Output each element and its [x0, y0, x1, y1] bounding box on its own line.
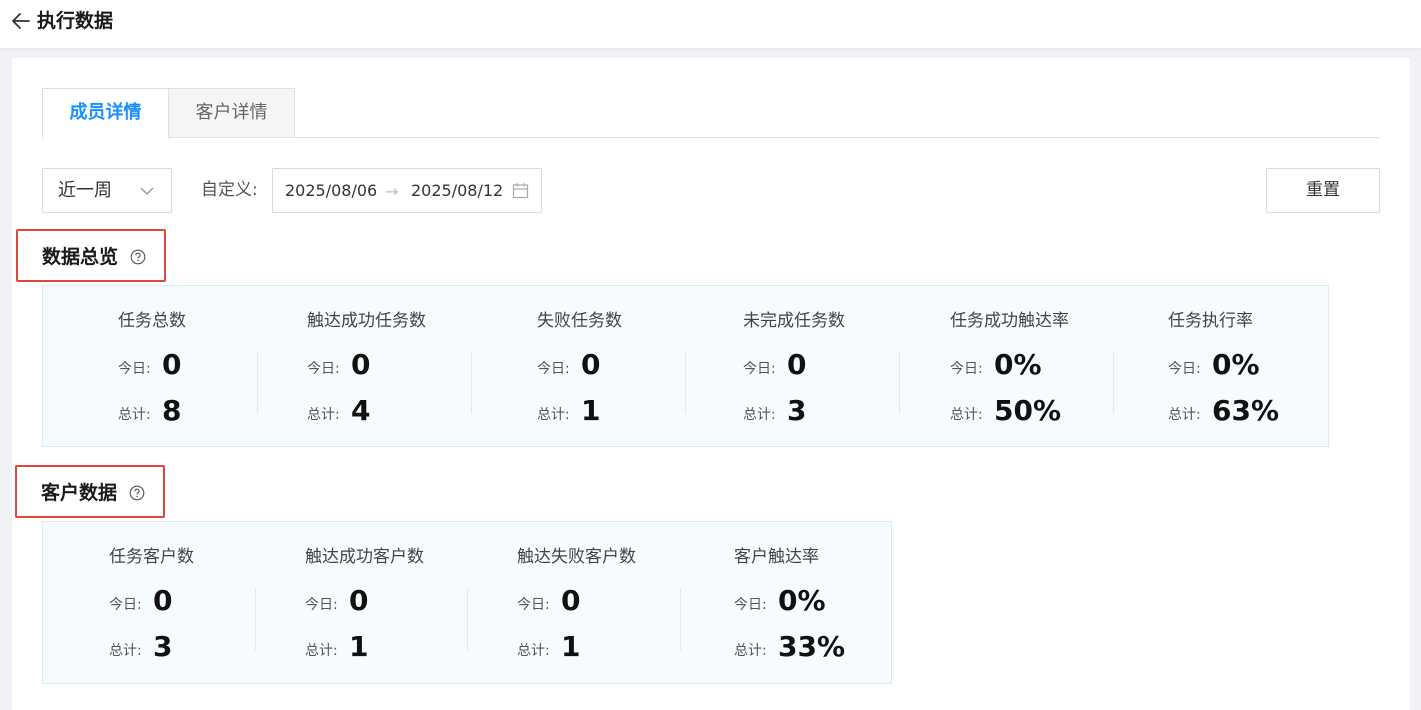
overview-title: 数据总览 — [42, 246, 119, 268]
divider — [685, 352, 686, 414]
today-label: 今日: — [305, 597, 338, 613]
stat-label: 任务执行率 — [1168, 311, 1253, 331]
today-label: 今日: — [517, 597, 550, 613]
stat-label: 任务客户数 — [109, 547, 194, 567]
today-value: 0 — [349, 584, 369, 617]
stat-task-exec-rate: 任务执行率 今日: 0% 总计: 63% — [1168, 286, 1318, 446]
today-label: 今日: — [734, 597, 767, 613]
total-label: 总计: — [305, 643, 338, 659]
today-label: 今日: — [118, 361, 151, 377]
divider — [680, 588, 681, 650]
today-value: 0 — [561, 584, 581, 617]
stat-reached-customers: 触达成功客户数 今日: 0 总计: 1 — [305, 522, 485, 683]
total-label: 总计: — [734, 643, 767, 659]
divider — [899, 352, 900, 414]
today-value: 0% — [778, 584, 826, 617]
today-value: 0 — [581, 348, 601, 381]
divider — [257, 352, 258, 414]
today-value: 0% — [1212, 348, 1260, 381]
stat-total-tasks: 任务总数 今日: 0 总计: 8 — [118, 286, 258, 446]
today-label: 今日: — [1168, 361, 1201, 377]
page-title: 执行数据 — [37, 10, 114, 32]
total-label: 总计: — [109, 643, 142, 659]
today-value: 0 — [153, 584, 173, 617]
total-value: 8 — [162, 394, 182, 427]
total-label: 总计: — [1168, 407, 1201, 423]
custom-range-label: 自定义: — [201, 180, 258, 200]
total-label: 总计: — [537, 407, 570, 423]
stat-label: 触达失败客户数 — [517, 547, 636, 567]
stat-customer-reach-rate: 客户触达率 今日: 0% 总计: 33% — [734, 522, 884, 683]
stat-label: 触达成功客户数 — [305, 547, 424, 567]
period-select-value: 近一周 — [58, 180, 112, 201]
total-label: 总计: — [307, 407, 340, 423]
stat-failed-tasks: 失败任务数 今日: 0 总计: 1 — [537, 286, 677, 446]
today-value: 0 — [351, 348, 371, 381]
divider — [1113, 352, 1114, 414]
divider — [255, 588, 256, 650]
today-label: 今日: — [307, 361, 340, 377]
stat-task-reach-rate: 任务成功触达率 今日: 0% 总计: 50% — [950, 286, 1130, 446]
question-circle-icon[interactable] — [130, 249, 146, 265]
total-value: 4 — [351, 394, 371, 427]
total-value: 1 — [581, 394, 601, 427]
today-value: 0% — [994, 348, 1042, 381]
total-value: 3 — [153, 630, 173, 663]
stat-incomplete-tasks: 未完成任务数 今日: 0 总计: 3 — [743, 286, 903, 446]
total-label: 总计: — [743, 407, 776, 423]
overview-stats-panel: 任务总数 今日: 0 总计: 8 触达成功任务数 今日: 0 总计: 4 失败任… — [42, 285, 1329, 447]
period-select[interactable]: 近一周 — [42, 168, 172, 213]
date-start-input[interactable]: 2025/08/06 — [285, 180, 377, 202]
stat-label: 失败任务数 — [537, 311, 622, 331]
total-value: 63% — [1212, 394, 1280, 427]
total-value: 3 — [787, 394, 807, 427]
total-value: 1 — [561, 630, 581, 663]
stat-failed-customers: 触达失败客户数 今日: 0 总计: 1 — [517, 522, 697, 683]
total-label: 总计: — [950, 407, 983, 423]
stat-label: 未完成任务数 — [743, 311, 845, 331]
total-value: 1 — [349, 630, 369, 663]
today-value: 0 — [162, 348, 182, 381]
today-label: 今日: — [950, 361, 983, 377]
tab-bar: 成员详情 客户详情 — [42, 88, 1380, 139]
date-end-input[interactable]: 2025/08/12 — [411, 180, 503, 202]
today-label: 今日: — [109, 597, 142, 613]
today-label: 今日: — [537, 361, 570, 377]
reset-button[interactable]: 重置 — [1266, 168, 1380, 213]
stat-label: 任务成功触达率 — [950, 311, 1069, 331]
customer-stats-panel: 任务客户数 今日: 0 总计: 3 触达成功客户数 今日: 0 总计: 1 触达… — [42, 521, 892, 684]
question-circle-icon[interactable] — [129, 485, 145, 501]
total-value: 33% — [778, 630, 846, 663]
top-bar: 执行数据 — [0, 0, 1421, 48]
stat-reached-tasks: 触达成功任务数 今日: 0 总计: 4 — [307, 286, 487, 446]
chevron-down-icon — [140, 187, 154, 195]
customer-section-header: 客户数据 — [15, 465, 165, 518]
stat-label: 客户触达率 — [734, 547, 819, 567]
overview-section-header: 数据总览 — [16, 229, 166, 282]
range-arrow: → — [385, 182, 399, 201]
tab-customer-details[interactable]: 客户详情 — [168, 88, 295, 138]
tab-member-details[interactable]: 成员详情 — [42, 88, 169, 139]
divider — [467, 588, 468, 650]
today-label: 今日: — [743, 361, 776, 377]
customer-title: 客户数据 — [41, 482, 118, 504]
today-value: 0 — [787, 348, 807, 381]
calendar-icon — [512, 183, 529, 199]
content-card: 成员详情 客户详情 近一周 自定义: 2025/08/06 → 2025/08/… — [12, 58, 1410, 710]
arrow-left-icon[interactable] — [10, 10, 32, 32]
total-value: 50% — [994, 394, 1062, 427]
stat-label: 触达成功任务数 — [307, 311, 426, 331]
total-label: 总计: — [118, 407, 151, 423]
divider — [471, 352, 472, 414]
stat-label: 任务总数 — [118, 311, 186, 331]
stat-task-customers: 任务客户数 今日: 0 总计: 3 — [109, 522, 259, 683]
date-range-picker[interactable]: 2025/08/06 → 2025/08/12 — [272, 168, 542, 213]
total-label: 总计: — [517, 643, 550, 659]
